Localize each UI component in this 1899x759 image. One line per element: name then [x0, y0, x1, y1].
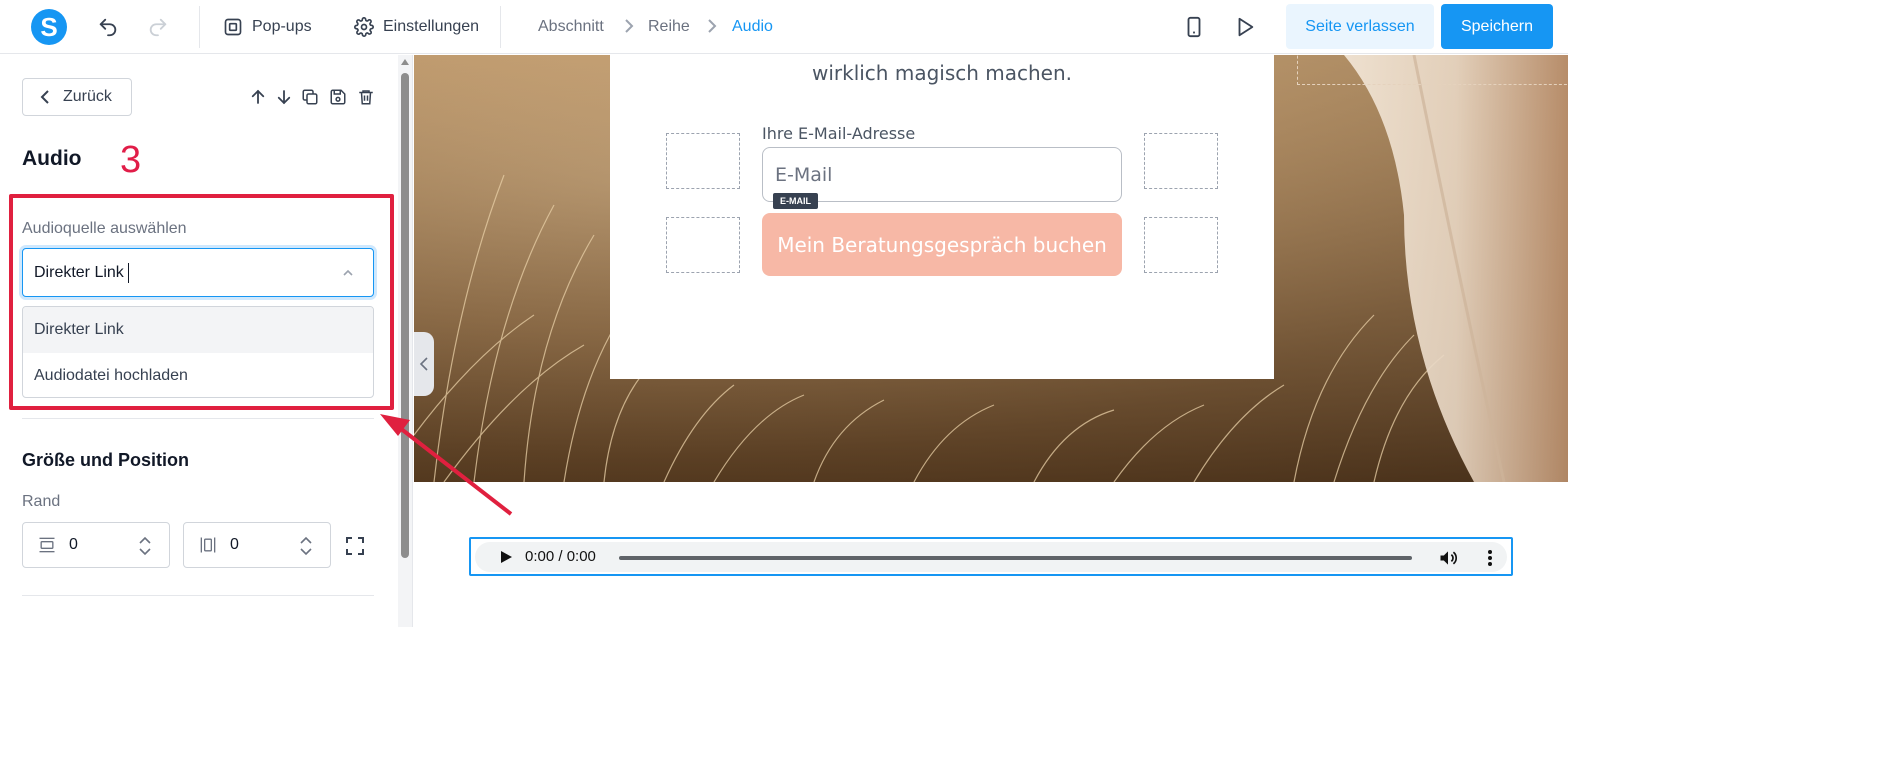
option-upload-audio[interactable]: Audiodatei hochladen [23, 353, 373, 397]
book-consultation-button[interactable]: Mein Beratungsgespräch buchen [762, 213, 1122, 276]
settings-button[interactable]: Einstellungen [354, 14, 479, 40]
expand-icon[interactable] [345, 536, 365, 556]
section-divider [22, 418, 374, 419]
volume-icon[interactable] [1438, 548, 1458, 568]
breadcrumb-section[interactable]: Abschnitt [538, 18, 604, 36]
text-caret [127, 262, 129, 283]
margin-label: Rand [22, 493, 61, 510]
section-divider [22, 595, 374, 596]
option-direct-link[interactable]: Direkter Link [23, 307, 373, 353]
card-text: wirklich magisch machen. [811, 61, 1073, 85]
panel-scrollbar[interactable] [398, 55, 413, 627]
settings-label: Einstellungen [383, 18, 480, 35]
audio-source-select[interactable]: Direkter Link [22, 248, 374, 297]
margin-vertical-value: 0 [69, 536, 78, 553]
trash-icon[interactable] [356, 87, 376, 107]
collapse-panel-tab[interactable] [414, 332, 434, 396]
top-toolbar: S Pop-ups Einstellungen Abschnitt Reihe … [0, 0, 1568, 54]
placeholder-box[interactable] [1144, 133, 1218, 189]
panel-title: Audio [22, 147, 82, 170]
leave-page-button[interactable]: Seite verlassen [1286, 4, 1434, 49]
popup-icon [224, 18, 242, 36]
chevron-left-icon [419, 357, 428, 371]
placeholder-box[interactable] [666, 217, 740, 273]
email-field-badge: E-MAIL [773, 193, 818, 209]
back-button[interactable]: Zurück [22, 78, 132, 116]
margin-horizontal-icon [200, 537, 216, 553]
page-canvas: wirklich magisch machen. Ihre E-Mail-Adr… [414, 55, 1568, 627]
gear-icon [354, 17, 374, 37]
step-number-annotation: 3 [120, 139, 142, 181]
stepper-icon[interactable] [137, 534, 153, 558]
audio-source-label: Audioquelle auswählen [22, 220, 187, 237]
save-button[interactable]: Speichern [1441, 4, 1553, 49]
copy-icon[interactable] [300, 87, 320, 107]
save-template-icon[interactable] [328, 87, 348, 107]
mobile-preview-icon[interactable] [1181, 14, 1207, 40]
redo-icon[interactable] [145, 14, 171, 40]
breadcrumb-row[interactable]: Reihe [648, 18, 690, 36]
toolbar-divider [500, 6, 501, 48]
popups-label: Pop-ups [252, 18, 312, 35]
margin-vertical-icon [39, 537, 55, 553]
stepper-icon[interactable] [298, 534, 314, 558]
form-card: wirklich magisch machen. Ihre E-Mail-Adr… [610, 55, 1274, 379]
audio-source-dropdown: Direkter Link Audiodatei hochladen [22, 306, 374, 398]
scroll-up-icon[interactable] [400, 58, 410, 66]
audio-element-selected[interactable]: 0:00 / 0:00 [469, 537, 1513, 576]
undo-icon[interactable] [95, 14, 121, 40]
breadcrumb-audio[interactable]: Audio [732, 18, 773, 36]
audio-player[interactable]: 0:00 / 0:00 [475, 542, 1507, 572]
audio-time: 0:00 / 0:00 [525, 548, 596, 565]
scrollbar-thumb[interactable] [401, 73, 409, 558]
settings-panel: Zurück Audio 3 Audioquelle auswählen Dir… [0, 55, 398, 627]
size-position-title: Größe und Position [22, 450, 189, 470]
back-label: Zurück [63, 88, 112, 105]
arrow-down-icon[interactable] [274, 87, 294, 107]
popups-button[interactable]: Pop-ups [223, 14, 312, 40]
placeholder-box[interactable] [666, 133, 740, 189]
chevron-up-icon [343, 269, 353, 276]
margin-vertical-input[interactable]: 0 [22, 522, 170, 568]
chevron-right-icon [625, 19, 634, 33]
email-label: Ihre E-Mail-Adresse [762, 124, 916, 143]
placeholder-box[interactable] [1144, 217, 1218, 273]
placeholder-box[interactable] [1297, 55, 1568, 85]
audio-progress-bar[interactable] [619, 556, 1412, 560]
chevron-left-icon [40, 90, 49, 104]
play-preview-icon[interactable] [1232, 14, 1258, 40]
chevron-right-icon [708, 19, 717, 33]
audio-source-value: Direkter Link [34, 263, 124, 281]
play-icon[interactable] [499, 550, 513, 564]
toolbar-divider [199, 6, 200, 48]
arrow-up-icon[interactable] [248, 87, 268, 107]
app-logo[interactable]: S [31, 9, 67, 45]
margin-horizontal-input[interactable]: 0 [183, 522, 331, 568]
margin-horizontal-value: 0 [230, 536, 239, 553]
more-options-icon[interactable] [1480, 548, 1500, 568]
